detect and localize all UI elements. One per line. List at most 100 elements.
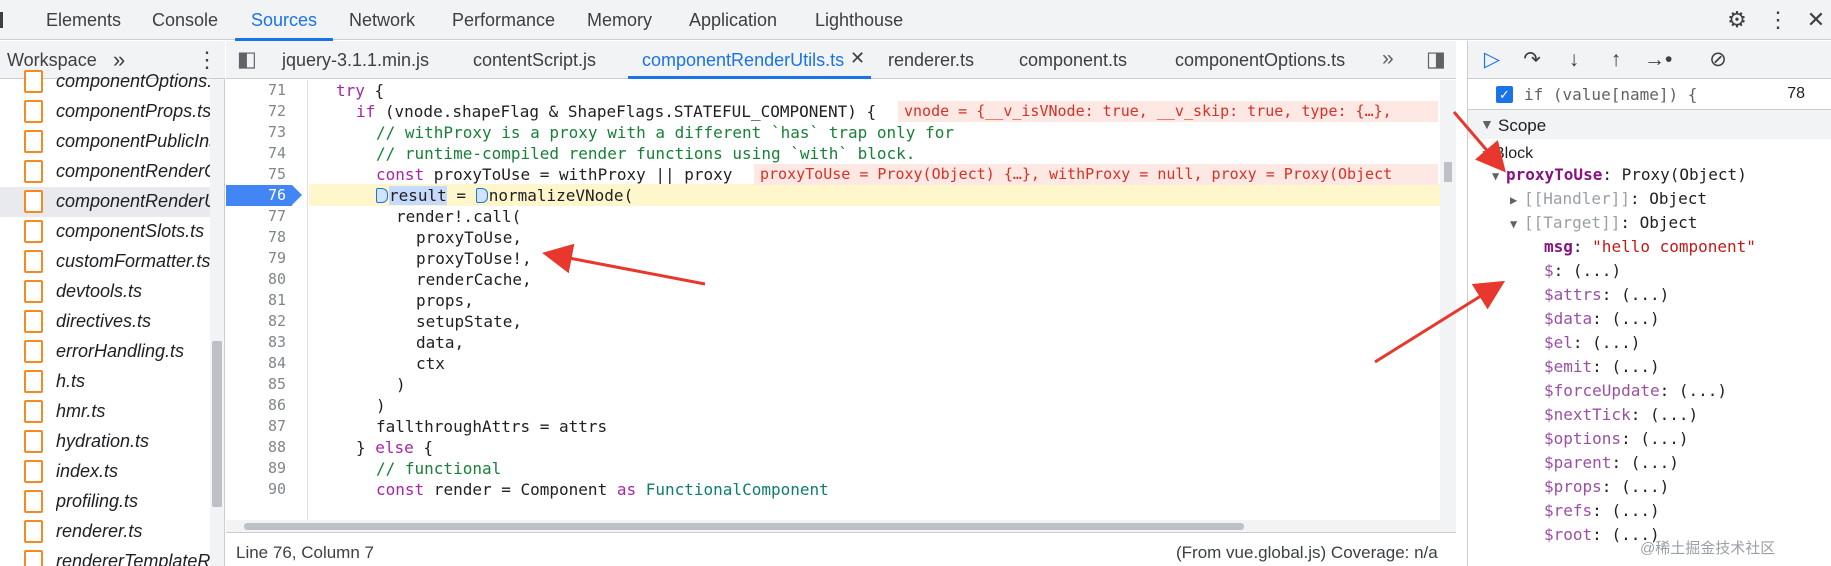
editor-tab[interactable]: jquery-3.1.1.min.js xyxy=(282,50,429,71)
step-into-icon[interactable]: ↓ xyxy=(1560,47,1588,73)
file-item[interactable]: hydration.ts xyxy=(0,427,210,457)
toggle-debugger-icon[interactable]: ◨ xyxy=(1426,47,1446,72)
step-out-icon[interactable]: ↑ xyxy=(1602,47,1630,73)
file-item[interactable]: hmr.ts xyxy=(0,397,210,427)
continue-marker-icon[interactable] xyxy=(376,188,388,203)
scope-var-row[interactable]: ▼ proxyToUse: Proxy(Object) xyxy=(1492,163,1747,187)
tab-performance[interactable]: Performance xyxy=(452,0,555,40)
file-item[interactable]: componentRenderContext.ts xyxy=(0,157,210,187)
line-number[interactable]: 85 xyxy=(226,374,286,395)
line-number[interactable]: 75 xyxy=(226,164,286,185)
navigator-scrollbar-thumb[interactable] xyxy=(212,341,222,507)
scope-var-row[interactable]: $props: (...) xyxy=(1544,475,1669,499)
active-tab-indicator xyxy=(628,76,871,79)
file-icon xyxy=(24,130,43,153)
resume-icon[interactable]: ▷ xyxy=(1478,47,1506,73)
file-icon xyxy=(24,160,43,183)
breakpoint-item[interactable]: ✓ if (value[name]) { 78 xyxy=(1468,80,1831,108)
step-icon[interactable]: →• xyxy=(1644,47,1672,73)
scope-var-row[interactable]: $nextTick: (...) xyxy=(1544,403,1698,427)
line-number[interactable]: 89 xyxy=(226,458,286,479)
gear-icon[interactable]: ⚙ xyxy=(1724,8,1750,32)
line-number[interactable]: 79 xyxy=(226,248,286,269)
toggle-navigator-icon[interactable]: ◧ xyxy=(237,47,257,72)
scope-var-row[interactable]: ▶ [[Handler]]: Object xyxy=(1510,187,1707,211)
tab-application[interactable]: Application xyxy=(689,0,777,40)
line-number[interactable]: 90 xyxy=(226,479,286,500)
editor-tab[interactable]: component.ts xyxy=(1019,50,1127,71)
file-item[interactable]: h.ts xyxy=(0,367,210,397)
line-gutter[interactable]: 71 72 73 74 75 76 77 78 79 80 81 82 83 8… xyxy=(226,80,308,520)
line-number[interactable]: 73 xyxy=(226,122,286,143)
prop-value: Object xyxy=(1639,213,1698,232)
prop-value: Object xyxy=(1649,189,1708,208)
line-number[interactable]: 77 xyxy=(226,206,286,227)
scope-var-row[interactable]: $options: (...) xyxy=(1544,427,1689,451)
tab-sources[interactable]: Sources xyxy=(234,0,334,41)
scope-var-row[interactable]: $data: (...) xyxy=(1544,307,1660,331)
scope-var-row[interactable]: $parent: (...) xyxy=(1544,451,1679,475)
file-item[interactable]: renderer.ts xyxy=(0,517,210,547)
file-item[interactable]: componentPublicInstance.ts xyxy=(0,127,210,157)
line-number[interactable]: 82 xyxy=(226,311,286,332)
scope-var-row[interactable]: $: (...) xyxy=(1544,259,1621,283)
editor-vertical-scrollbar[interactable] xyxy=(1440,80,1456,520)
line-number[interactable]: 81 xyxy=(226,290,286,311)
breakpoint-checkbox[interactable]: ✓ xyxy=(1496,86,1513,103)
scope-var-row[interactable]: $emit: (...) xyxy=(1544,355,1660,379)
file-item[interactable]: componentSlots.ts xyxy=(0,217,210,247)
line-number[interactable]: 83 xyxy=(226,332,286,353)
editor-tab[interactable]: componentOptions.ts xyxy=(1175,50,1345,71)
scope-var-row[interactable]: $forceUpdate: (...) xyxy=(1544,379,1727,403)
close-icon[interactable]: ✕ xyxy=(1803,8,1829,32)
file-item-selected[interactable]: componentRenderUtils.ts xyxy=(0,187,210,217)
step-over-icon[interactable]: ↷ xyxy=(1518,47,1546,73)
inline-value: proxyToUse = Proxy(Object) {…}, withProx… xyxy=(754,164,1438,185)
continue-marker-icon[interactable] xyxy=(475,188,488,203)
file-item[interactable]: errorHandling.ts xyxy=(0,337,210,367)
line-number[interactable]: 78 xyxy=(226,227,286,248)
code-line: props, xyxy=(416,291,474,310)
file-item[interactable]: devtools.ts xyxy=(0,277,210,307)
tab-elements[interactable]: Elements xyxy=(46,0,121,40)
line-number[interactable]: 84 xyxy=(226,353,286,374)
editor-tab[interactable]: contentScript.js xyxy=(473,50,596,71)
line-number[interactable]: 71 xyxy=(226,80,286,101)
more-tabs-chevron-icon[interactable]: » xyxy=(1382,47,1394,71)
deactivate-breakpoints-icon[interactable]: ⊘ xyxy=(1704,47,1732,73)
tab-console[interactable]: Console xyxy=(152,0,218,40)
kebab-menu-icon[interactable]: ⋮ xyxy=(1765,8,1791,32)
code-editor[interactable]: 71 72 73 74 75 76 77 78 79 80 81 82 83 8… xyxy=(226,80,1456,532)
editor-tab-active[interactable]: componentRenderUtils.ts xyxy=(642,50,844,71)
editor-tab[interactable]: renderer.ts xyxy=(888,50,974,71)
source-mapping-info: (From vue.global.js) Coverage: n/a xyxy=(1176,543,1438,562)
code-line: if (vnode.shapeFlag & ShapeFlags.STATEFU… xyxy=(356,102,877,121)
line-number[interactable]: 72 xyxy=(226,101,286,122)
file-item[interactable]: componentProps.ts xyxy=(0,97,210,127)
scope-var-row[interactable]: ▼ [[Target]]: Object xyxy=(1510,211,1697,235)
file-item[interactable]: profiling.ts xyxy=(0,487,210,517)
tab-network[interactable]: Network xyxy=(349,0,415,40)
line-number[interactable]: 80 xyxy=(226,269,286,290)
editor-horizontal-scrollbar-thumb[interactable] xyxy=(244,523,1244,530)
file-item[interactable]: componentOptions.ts xyxy=(0,67,210,97)
scope-var-row[interactable]: msg: "hello component" xyxy=(1544,235,1756,259)
file-item[interactable]: customFormatter.ts xyxy=(0,247,210,277)
tab-memory[interactable]: Memory xyxy=(587,0,652,40)
scope-var-row[interactable]: $attrs: (...) xyxy=(1544,283,1669,307)
scope-var-row[interactable]: $refs: (...) xyxy=(1544,499,1660,523)
line-number-paused[interactable]: 76 xyxy=(226,185,286,206)
scope-var-row[interactable]: $el: (...) xyxy=(1544,331,1640,355)
line-number[interactable]: 74 xyxy=(226,143,286,164)
line-number[interactable]: 88 xyxy=(226,437,286,458)
file-item[interactable]: directives.ts xyxy=(0,307,210,337)
scope-section-header[interactable]: ▼ Scope xyxy=(1468,109,1831,139)
file-item[interactable]: rendererTemplateRef.ts xyxy=(0,547,210,566)
tab-lighthouse[interactable]: Lighthouse xyxy=(815,0,903,40)
line-number[interactable]: 86 xyxy=(226,395,286,416)
line-number[interactable]: 87 xyxy=(226,416,286,437)
inline-value: vnode = {__v_isVNode: true, __v_skip: tr… xyxy=(898,101,1438,122)
file-item[interactable]: index.ts xyxy=(0,457,210,487)
editor-vertical-scrollbar-thumb[interactable] xyxy=(1444,162,1452,182)
close-tab-icon[interactable]: ✕ xyxy=(850,48,865,69)
